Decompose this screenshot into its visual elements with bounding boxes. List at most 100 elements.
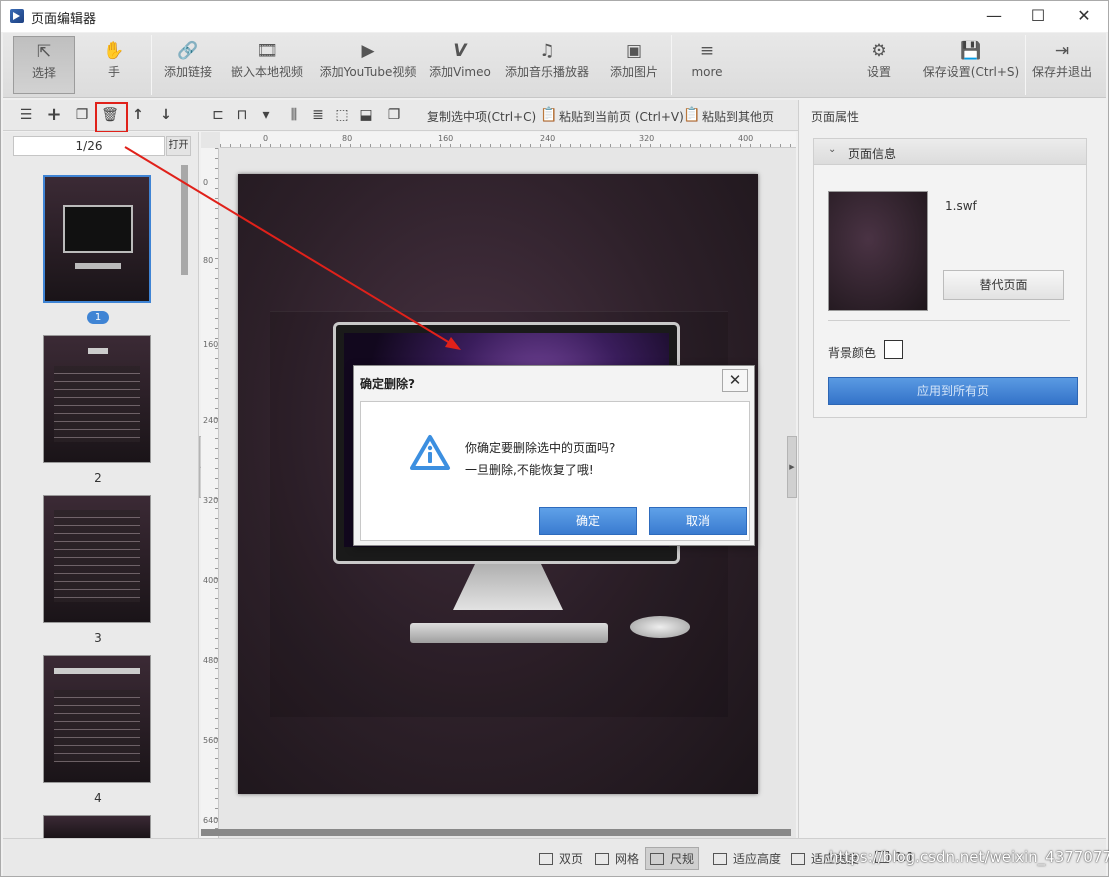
exit-icon: ⇥ (1054, 41, 1070, 61)
open-button[interactable]: 打开 (166, 136, 191, 156)
page-thumbnail[interactable] (43, 335, 151, 463)
vertical-ruler: 0 80 160 240 320 400 480 560 640 (201, 148, 219, 838)
page-number-field[interactable]: 1/26 (13, 136, 165, 156)
save-settings-button[interactable]: 💾 保存设置(Ctrl+S) (919, 36, 1023, 94)
chevron-down-icon: ⌄ (828, 144, 837, 155)
same-width-icon[interactable]: ⬚ (333, 106, 351, 124)
hand-tool-button[interactable]: ✋ 手 (83, 36, 145, 94)
fit-width-icon (791, 853, 805, 865)
save-icon: 💾 (960, 41, 982, 61)
list-icon[interactable]: ☰ (17, 106, 35, 124)
book-icon (539, 853, 553, 865)
align-top-icon[interactable]: ⊓ (233, 106, 251, 124)
vimeo-icon: V (453, 41, 467, 61)
collapse-right-panel-button[interactable]: ▶ (787, 436, 797, 498)
copy-page-icon[interactable]: ❐ (73, 106, 91, 124)
keyboard-image (410, 623, 608, 643)
title-bar: 页面编辑器 — ☐ ✕ (1, 1, 1108, 32)
background-color-picker[interactable] (884, 340, 903, 359)
page-thumbnail[interactable] (43, 655, 151, 783)
move-down-icon[interactable]: ↓ (157, 106, 175, 124)
more-icon: ≡ (699, 41, 715, 61)
page-number-label: 2 (94, 471, 102, 485)
ruler-toggle[interactable]: 尺规 (645, 847, 700, 870)
add-image-button[interactable]: ▣ 添加图片 (601, 36, 667, 94)
add-link-button[interactable]: 🔗 添加链接 (158, 36, 218, 94)
hand-icon: ✋ (103, 41, 125, 61)
grid-toggle[interactable]: 网格 (595, 850, 639, 867)
settings-button[interactable]: ⚙ 设置 (851, 36, 907, 94)
page-number-label: 3 (94, 631, 102, 645)
close-window-button[interactable]: ✕ (1061, 1, 1107, 32)
page-thumbnail[interactable] (43, 175, 151, 303)
ruler-icon (650, 853, 664, 865)
more-button[interactable]: ≡ more (677, 36, 737, 94)
image-icon: ▣ (625, 41, 643, 61)
double-page-toggle[interactable]: 双页 (539, 850, 583, 867)
distribute-v-icon[interactable]: ≣ (309, 106, 327, 124)
paste-other-page-button[interactable]: 粘贴到其他页 (702, 108, 774, 125)
panel-title: 页面属性 (811, 110, 860, 124)
horizontal-ruler: 0 80 160 240 320 400 (220, 132, 796, 148)
apply-to-all-pages-button[interactable]: 应用到所有页 (828, 377, 1078, 405)
add-page-icon[interactable]: + (45, 106, 63, 124)
confirm-delete-dialog: 确定删除? ✕ 你确定要删除选中的页面吗? 一旦删除,不能恢复了哦! 确定 取消 (353, 365, 755, 546)
replace-page-button[interactable]: 替代页面 (943, 270, 1064, 300)
grid-icon (595, 853, 609, 865)
dialog-title: 确定删除? (360, 377, 415, 391)
main-toolbar: ⇱ 选择 ✋ 手 🔗 添加链接 🎞 嵌入本地视频 ▶ 添加YouTube视频 V… (3, 33, 1106, 98)
fit-height-icon (713, 853, 727, 865)
page-properties-panel: 页面属性 ⌄ 页面信息 1.swf 替代页面 背景颜色 应用到所有页 (798, 100, 1106, 838)
fit-height-button[interactable]: 适应高度 (713, 850, 781, 867)
paste-other-icon: 📋 (683, 107, 701, 123)
film-icon: 🎞 (256, 41, 278, 61)
dialog-close-button[interactable]: ✕ (722, 369, 748, 392)
page-info-section: ⌄ 页面信息 1.swf 替代页面 背景颜色 应用到所有页 (813, 138, 1087, 418)
dialog-message-line1: 你确定要删除选中的页面吗? (465, 441, 616, 455)
window-title: 页面编辑器 (31, 12, 97, 27)
embed-local-video-button[interactable]: 🎞 嵌入本地视频 (225, 36, 309, 94)
page-thumbnail[interactable] (43, 495, 151, 623)
distribute-h-icon[interactable]: ⫼ (285, 106, 303, 124)
paste-icon: 📋 (540, 107, 558, 123)
confirm-button[interactable]: 确定 (539, 507, 637, 535)
page-number-label: 1 (87, 311, 109, 324)
mouse-image (630, 616, 690, 638)
background-color-label: 背景颜色 (828, 346, 877, 360)
thumbnail-scrollbar[interactable] (181, 165, 188, 275)
link-icon: 🔗 (177, 41, 199, 61)
add-youtube-button[interactable]: ▶ 添加YouTube视频 (315, 36, 421, 94)
page-file-name: 1.swf (945, 199, 977, 213)
page-info-header[interactable]: ⌄ 页面信息 (814, 139, 1086, 165)
align-left-icon[interactable]: ⊏ (209, 106, 227, 124)
paste-current-page-button[interactable]: 粘贴到当前页 (Ctrl+V) (559, 108, 684, 125)
dialog-message-line2: 一旦删除,不能恢复了哦! (465, 463, 594, 477)
music-icon: ♫ (539, 41, 555, 61)
canvas-horizontal-scrollbar[interactable] (201, 829, 791, 836)
cancel-button[interactable]: 取消 (649, 507, 747, 535)
page-info-thumbnail (828, 191, 928, 311)
same-height-icon[interactable]: ⬓ (357, 106, 375, 124)
pointer-icon: ⇱ (36, 42, 52, 62)
info-icon (410, 435, 450, 470)
gear-icon: ⚙ (871, 41, 887, 61)
delete-highlight-box (95, 102, 128, 133)
select-tool-button[interactable]: ⇱ 选择 (13, 36, 75, 94)
copy-item-icon: ❐ (387, 107, 401, 123)
page-editor-window: 页面编辑器 — ☐ ✕ ⇱ 选择 ✋ 手 🔗 添加链接 🎞 嵌入本地视频 ▶ 添… (0, 0, 1109, 877)
copy-selected-button[interactable]: 复制选中项(Ctrl+C) (427, 108, 536, 125)
app-icon (10, 9, 24, 23)
dropdown-icon[interactable]: ▾ (257, 106, 275, 124)
add-vimeo-button[interactable]: V 添加Vimeo (427, 36, 493, 94)
page-thumbnail[interactable] (43, 815, 151, 838)
page-thumbnail-panel: 1/26 打开 1 2 3 4 (3, 132, 199, 838)
watermark-text: https://blog.csdn.net/weixin_43770771 (829, 848, 1109, 866)
save-and-exit-button[interactable]: ⇥ 保存并退出 (1029, 36, 1095, 94)
move-up-icon[interactable]: ↑ (129, 106, 147, 124)
youtube-icon: ▶ (361, 41, 375, 61)
page-number-label: 4 (94, 791, 102, 805)
add-music-player-button[interactable]: ♫ 添加音乐播放器 (501, 36, 593, 94)
dialog-body: 你确定要删除选中的页面吗? 一旦删除,不能恢复了哦! 确定 取消 (360, 401, 750, 541)
minimize-button[interactable]: — (971, 1, 1017, 32)
maximize-button[interactable]: ☐ (1015, 1, 1061, 32)
